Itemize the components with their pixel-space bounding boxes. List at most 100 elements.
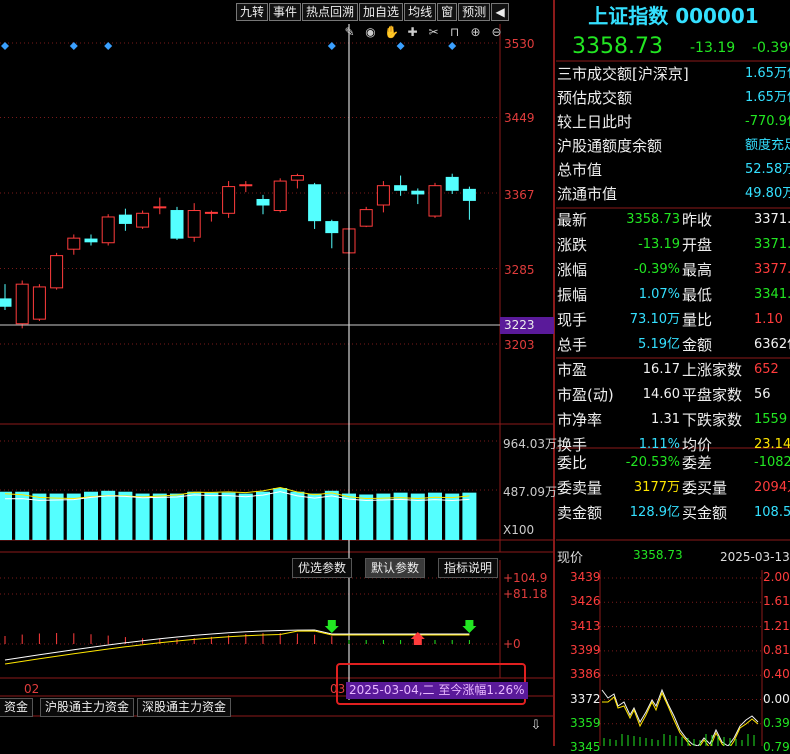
summary-row-value: 额度充足 [745,138,790,153]
collapse-arrow-icon[interactable]: ◀ [491,3,510,21]
hotspot-review-button[interactable]: 热点回溯 [302,3,359,21]
zoom-in-icon[interactable]: ⊕ [466,24,485,40]
candle-body [239,184,253,187]
summary-row: 较上日此时 -770.9亿 [557,110,790,134]
signal-diamond [396,42,405,50]
index-title: 上证指数 000001 [588,4,759,28]
mini-price-label: 3359 [570,715,601,730]
candle-body [376,185,390,206]
candle-body [445,176,459,191]
volume-bar [307,493,322,540]
range-info-label: 2025-03-04,二 至今涨幅1.26% [346,682,528,699]
order-cell: 委买量 [682,479,728,497]
valuation-cell: 14.60 [642,387,680,402]
current-price: 3358.73 [572,34,663,59]
order-cell: 2094万 [754,480,790,495]
candle-body [290,175,304,181]
valuation-cell: 652 [754,362,779,377]
window-button[interactable]: 窗 [437,3,458,21]
price-axis-label: 3530 [504,37,535,51]
valuation-cell: 56 [754,387,771,402]
candle-body [273,180,287,212]
jiuzhuan-button[interactable]: 九转 [236,3,269,21]
mini-avg-line [602,691,759,746]
lock-icon[interactable]: ⊓ [445,24,464,40]
price-axis-label: 3449 [504,111,535,125]
forecast-button[interactable]: 预测 [458,3,491,21]
mini-pct-label: 0.40% [763,667,790,682]
volume-bar [324,490,339,540]
candle-body [325,221,339,234]
summary-row-label: 较上日此时 [557,113,633,131]
volume-bar [204,492,219,540]
mini-pct-label: 1.21% [763,618,790,633]
summary-row-value: 49.80万亿 [745,186,790,201]
volume-bar [221,492,236,540]
quote-cell: 开盘 [682,236,713,254]
mini-pct-label: 0.81% [763,642,790,657]
summary-row-value: 1.65万亿 [745,66,790,81]
quote-cell: 1.10 [754,312,783,327]
hand-icon[interactable]: ✋ [382,24,401,40]
order-cell: -1082.45万 [754,455,790,470]
candle-body [15,283,29,325]
volume-bar [359,494,374,540]
candle-body [187,210,201,238]
order-cell: 委差 [682,454,713,472]
quote-cell: 3358.73 [626,212,680,227]
valuation-cell: 下跌家数 [682,411,743,429]
volume-bar [118,491,133,540]
price-axis-label: 3367 [504,188,535,202]
mini-price-label: 3426 [570,594,601,609]
summary-row-label: 流通市值 [557,185,618,203]
tab-indicator-help[interactable]: 指标说明 [438,558,499,578]
volume-bar [187,491,202,540]
crosshair-price-label: 3223 [500,317,554,334]
price-change-pct: -0.39% [752,40,790,56]
candle-body [462,188,476,201]
candle-body [118,214,132,224]
eye-icon[interactable]: ◉ [361,24,380,40]
mini-price-label: 3386 [570,667,601,682]
quote-cell: 最低 [682,286,713,304]
indicator-axis-label: +81.18 [503,587,548,601]
pencil-icon[interactable]: ✎ [340,24,359,40]
order-cell: 买金额 [682,504,728,522]
plus-icon[interactable]: ✚ [403,24,422,40]
tab-sz-connect-funds[interactable]: 深股通主力资金 [137,698,232,717]
tab-preferred-params[interactable]: 优选参数 [292,558,353,578]
volume-bar [290,491,305,540]
quote-cell: 昨收 [682,211,713,229]
summary-row: 流通市值 49.80万亿 [557,182,790,206]
quote-cell: 振幅 [557,286,588,304]
candle-body [84,238,98,243]
mini-chart-date: 2025-03-13,四 [720,550,790,564]
moving-average-button[interactable]: 均线 [404,3,437,21]
candle-body [394,185,408,191]
indicator-axis-label: +104.9 [503,571,548,585]
price-axis-label: 3203 [504,338,535,352]
candle-body [428,185,442,217]
event-button[interactable]: 事件 [269,3,302,21]
mini-pct-label: 0.39% [763,715,790,730]
download-icon[interactable]: ⇩ [527,717,545,734]
signal-diamond [1,42,9,50]
valuation-cell: 市净率 [557,411,603,429]
mini-price-label: 3345 [570,740,601,754]
tab-funds[interactable]: 资金 [0,698,34,717]
volume-bar [238,493,253,540]
quote-cell: 最新 [557,211,588,229]
volume-bar [66,493,81,540]
volume-bar [170,493,184,540]
volume-bar [256,491,270,540]
tab-default-params[interactable]: 默认参数 [365,558,426,578]
add-watchlist-button[interactable]: 加自选 [359,3,404,21]
scissors-icon[interactable]: ✂ [424,24,443,40]
quote-cell: -13.19 [638,237,680,252]
candle-body [0,298,12,307]
tab-sh-connect-funds[interactable]: 沪股通主力资金 [40,698,135,717]
mini-price-line [601,688,759,746]
valuation-cell: 1.31 [651,412,680,427]
candle-body [411,190,425,195]
candle-body [170,210,184,239]
